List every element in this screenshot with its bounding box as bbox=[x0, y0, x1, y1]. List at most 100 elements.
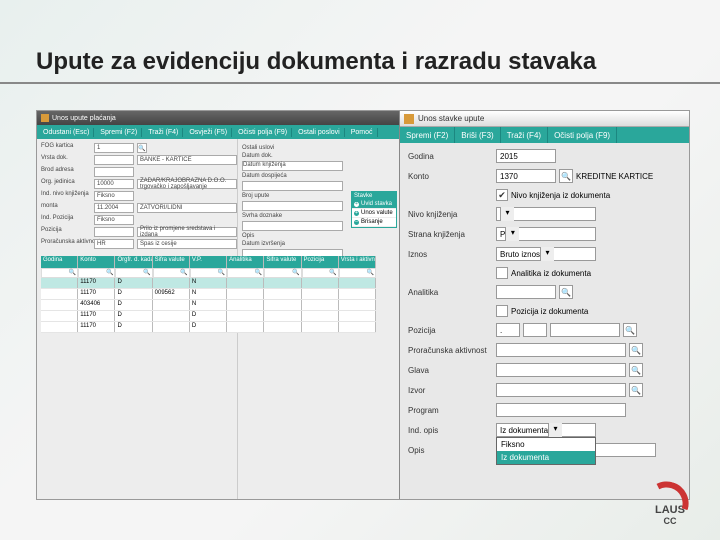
lbl-izvrs: Datum izvršenja bbox=[242, 241, 343, 247]
lbl-datumdosp: Datum dospijeća bbox=[242, 173, 343, 179]
lbl-prorac: Proračunska aktivnost bbox=[408, 346, 490, 355]
inp-poz[interactable] bbox=[94, 227, 134, 237]
tb-pomoc[interactable]: Pomoć bbox=[347, 128, 378, 137]
inp-fog[interactable]: 1 bbox=[94, 143, 134, 153]
dialog-unos-stavke: Unos stavke upute Spremi (F2) Briši (F3)… bbox=[399, 111, 689, 499]
inp-anal[interactable] bbox=[496, 285, 556, 299]
lbl-indpoz: Ind. Pozicija bbox=[41, 215, 91, 225]
search-icon[interactable]: 🔍 bbox=[623, 323, 637, 337]
inp-glava[interactable] bbox=[496, 363, 626, 377]
inp-iznos[interactable]: Bruto iznos▾ bbox=[496, 247, 596, 261]
fld-datumdosp[interactable] bbox=[242, 181, 343, 191]
tb-odustani[interactable]: Odustani (Esc) bbox=[39, 128, 94, 137]
inp-godina[interactable]: 2015 bbox=[496, 149, 556, 163]
ref-spis: Spas iz cesije bbox=[137, 239, 237, 249]
table-row[interactable]: 11170D009562N bbox=[41, 289, 376, 300]
logo: LAUS CC bbox=[648, 482, 692, 526]
search-icon[interactable]: 🔍 bbox=[559, 169, 573, 183]
inp-prorac[interactable] bbox=[496, 343, 626, 357]
inp-izvor[interactable] bbox=[496, 383, 626, 397]
lbl-nivo-ck: Nivo knjiženja iz dokumenta bbox=[511, 191, 610, 200]
dialog-icon bbox=[404, 114, 414, 124]
chk-anal[interactable] bbox=[496, 267, 508, 279]
inp-strana[interactable]: P▾ bbox=[496, 227, 596, 241]
lbl-glava: Glava bbox=[408, 366, 490, 375]
table-row[interactable]: 11170DD bbox=[41, 311, 376, 322]
table-row[interactable]: 403406DN bbox=[41, 300, 376, 311]
inp-konto[interactable]: 1370 bbox=[496, 169, 556, 183]
dialog-body: Godina 2015 Konto 1370🔍KREDITNE KARTICE … bbox=[400, 143, 689, 463]
dlg-trazi[interactable]: Traži (F4) bbox=[501, 127, 548, 143]
table-filter[interactable]: 🔍🔍🔍🔍🔍🔍🔍🔍🔍 bbox=[41, 268, 376, 278]
lbl-anal: Analitika bbox=[408, 288, 490, 297]
lbl-org: Org. jedinica bbox=[41, 179, 91, 189]
window-title: Unos upute plaćanja bbox=[52, 115, 116, 122]
chk-poz[interactable] bbox=[496, 305, 508, 317]
lbl-fog: FOG kartica bbox=[41, 143, 91, 153]
dropdown-option[interactable]: Iz dokumenta bbox=[497, 451, 595, 464]
ref-org: ZADAR/KRAJOBRAZNA D.O.O. trgovačko i zap… bbox=[137, 179, 237, 189]
lbl-poz: Pozicija bbox=[41, 227, 91, 237]
inp-poza[interactable]: HR bbox=[94, 239, 134, 249]
ref-bank: BANKE - KARTICE bbox=[137, 155, 237, 165]
lbl-program: Program bbox=[408, 406, 490, 415]
tb-ostali[interactable]: Ostali poslovi bbox=[294, 128, 345, 137]
chevron-down-icon[interactable]: ▾ bbox=[505, 227, 519, 241]
dropdown-option[interactable]: Fiksno bbox=[497, 438, 595, 451]
stavke-item-0[interactable]: +Uvid stavka bbox=[352, 200, 396, 209]
dlg-ocisti[interactable]: Očisti polja (F9) bbox=[548, 127, 617, 143]
inp-brod[interactable] bbox=[94, 167, 134, 177]
inp-monta[interactable]: 11.2004 bbox=[94, 203, 134, 213]
stavke-item-1[interactable]: +Unos valute bbox=[352, 209, 396, 218]
lbl-izvor: Izvor bbox=[408, 386, 490, 395]
lbl-opis: Opis bbox=[242, 233, 343, 239]
dlg-spremi[interactable]: Spremi (F2) bbox=[400, 127, 455, 143]
fld-broj[interactable] bbox=[242, 201, 343, 211]
lbl-anal-ck: Analitika iz dokumenta bbox=[511, 269, 591, 278]
table-header: GodinaKontoOrgfr. d. kadaŠifra valuteV.P… bbox=[41, 256, 376, 268]
tb-spremi[interactable]: Spremi (F2) bbox=[96, 128, 142, 137]
sel-indopis[interactable]: Iz dokumenta▾ Fiksno Iz dokumenta bbox=[496, 423, 681, 437]
fld-svrha[interactable] bbox=[242, 221, 343, 231]
table-row[interactable]: 11170DD bbox=[41, 322, 376, 333]
search-icon[interactable]: 🔍 bbox=[559, 285, 573, 299]
chevron-down-icon[interactable]: ▾ bbox=[500, 207, 514, 221]
lbl-vrsta: Vrsta dok. bbox=[41, 155, 91, 165]
mag-icon[interactable]: 🔍 bbox=[137, 143, 147, 153]
fld-datumdok[interactable]: Datum knjiženja bbox=[242, 161, 343, 171]
lbl-nivo: Nivo knjiženja bbox=[408, 210, 490, 219]
inp-vrsta[interactable] bbox=[94, 155, 134, 165]
search-icon[interactable]: 🔍 bbox=[629, 363, 643, 377]
search-icon[interactable]: 🔍 bbox=[629, 383, 643, 397]
lbl-datumdok: Datum dok. bbox=[242, 153, 343, 159]
inp-program[interactable] bbox=[496, 403, 626, 417]
tb-ocisti[interactable]: Očisti polja (F9) bbox=[234, 128, 292, 137]
table-row[interactable]: 11170DN bbox=[41, 278, 376, 289]
search-icon[interactable]: 🔍 bbox=[629, 343, 643, 357]
inp-indpoz[interactable]: Fiksno bbox=[94, 215, 134, 225]
inp-poz-c[interactable] bbox=[550, 323, 620, 337]
inp-nivo[interactable]: ▾ bbox=[496, 207, 596, 221]
lbl-ostali: Ostali uslovi bbox=[242, 145, 343, 151]
lbl-poz: Pozicija bbox=[408, 326, 490, 335]
tb-osvjezi[interactable]: Osvježi (F5) bbox=[185, 128, 232, 137]
chevron-down-icon[interactable]: ▾ bbox=[540, 247, 554, 261]
chk-nivo[interactable]: ✔ bbox=[496, 189, 508, 201]
dropdown-list[interactable]: Fiksno Iz dokumenta bbox=[496, 437, 596, 465]
tb-trazi[interactable]: Traži (F4) bbox=[144, 128, 183, 137]
dlg-brisi[interactable]: Briši (F3) bbox=[455, 127, 500, 143]
inp-indknj[interactable]: Fiksno bbox=[94, 191, 134, 201]
lbl-broj: Broj upute bbox=[242, 193, 343, 199]
lbl-brod: Brod adresa bbox=[41, 167, 91, 177]
stavke-header: Stavke bbox=[352, 192, 396, 200]
chevron-down-icon[interactable]: ▾ bbox=[548, 423, 562, 437]
inp-org[interactable]: 10000 bbox=[94, 179, 134, 189]
lbl-godina: Godina bbox=[408, 152, 490, 161]
stavke-item-2[interactable]: –Brisanje bbox=[352, 218, 396, 227]
inp-poz-a[interactable]: . bbox=[496, 323, 520, 337]
inp-poz-b[interactable] bbox=[523, 323, 547, 337]
slide-title: Upute za evidenciju dokumenta i razradu … bbox=[36, 48, 596, 76]
lbl-indopis: Ind. opis bbox=[408, 426, 490, 435]
dialog-toolbar[interactable]: Spremi (F2) Briši (F3) Traži (F4) Očisti… bbox=[400, 127, 689, 143]
dialog-titlebar: Unos stavke upute bbox=[400, 111, 689, 127]
